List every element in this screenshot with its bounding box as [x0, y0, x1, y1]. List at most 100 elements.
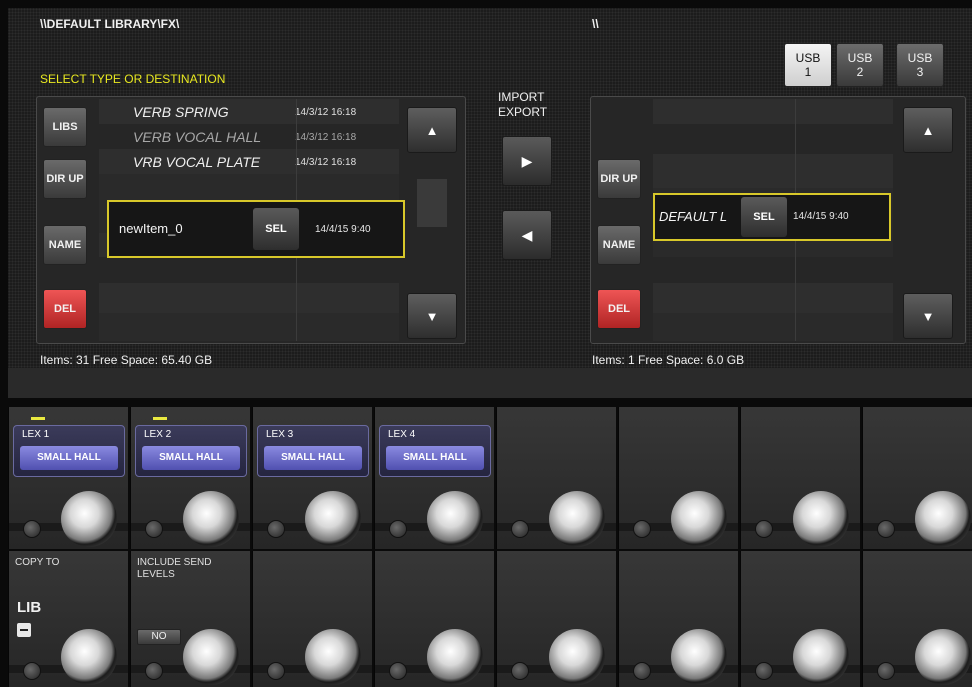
sel-button[interactable]: SEL [253, 208, 299, 250]
up-arrow-icon: ▲ [425, 122, 439, 138]
right-status: Items: 1 Free Space: 6.0 GB [592, 353, 745, 367]
rotary-knob[interactable] [183, 491, 239, 547]
item-name: VERB VOCAL HALL [133, 129, 262, 145]
empty-row [99, 283, 399, 313]
strip-button[interactable] [23, 520, 41, 538]
channel-strip-7 [740, 407, 860, 549]
rotary-knob[interactable] [793, 491, 849, 547]
copy-to-label: COPY TO [15, 557, 60, 568]
right-arrow-icon: ▶ [521, 152, 533, 169]
no-button[interactable]: NO [137, 629, 181, 645]
rotary-knob[interactable] [183, 629, 239, 685]
channel-strip-2: LEX 2 SMALL HALL [130, 407, 250, 549]
rotary-knob[interactable] [61, 629, 117, 685]
list-item[interactable]: VERB VOCAL HALL 14/3/12 16:18 [99, 124, 399, 149]
strip-button[interactable] [23, 662, 41, 680]
usb-1-button[interactable]: USB 1 [784, 43, 832, 87]
strip-button[interactable] [511, 662, 529, 680]
usb-2-button[interactable]: USB 2 [836, 43, 884, 87]
empty-row [653, 283, 893, 313]
item-name: VRB VOCAL PLATE [133, 154, 261, 170]
lower-strip-6 [618, 551, 738, 687]
lib-label: LIB [17, 599, 42, 616]
strip-button[interactable] [755, 662, 773, 680]
channel-name: LEX 2 [144, 429, 172, 440]
rotary-knob[interactable] [549, 491, 605, 547]
rotary-knob[interactable] [61, 491, 117, 547]
strip-button[interactable] [389, 520, 407, 538]
channel-label[interactable]: LEX 2 SMALL HALL [135, 425, 247, 477]
rotary-knob[interactable] [915, 629, 971, 685]
empty-row [653, 257, 893, 283]
right-selected-item[interactable]: DEFAULT L SEL 14/4/15 9:40 [653, 193, 891, 241]
usb-2-label: USB [847, 51, 873, 65]
lower-strip-7 [740, 551, 860, 687]
libs-button[interactable]: LIBS [43, 107, 87, 147]
empty-row [653, 124, 893, 154]
export-arrow-button[interactable]: ▶ [502, 136, 552, 186]
up-arrow-icon: ▲ [921, 122, 935, 138]
rotary-knob[interactable] [305, 629, 361, 685]
channel-preset: SMALL HALL [142, 446, 240, 470]
strip-button[interactable] [633, 662, 651, 680]
right-dir-up-button[interactable]: DIR UP [597, 159, 641, 199]
lower-strip-8 [862, 551, 972, 687]
strip-button[interactable] [755, 520, 773, 538]
right-scroll-down-button[interactable]: ▼ [903, 293, 953, 339]
strip-button[interactable] [145, 662, 163, 680]
strip-button[interactable] [877, 520, 895, 538]
rotary-knob[interactable] [915, 491, 971, 547]
rotary-knob[interactable] [427, 629, 483, 685]
channel-led [31, 417, 45, 420]
right-name-button[interactable]: NAME [597, 225, 641, 265]
channel-label[interactable]: LEX 3 SMALL HALL [257, 425, 369, 477]
usb-3-button[interactable]: USB 3 [896, 43, 944, 87]
name-button[interactable]: NAME [43, 225, 87, 265]
rotary-knob[interactable] [549, 629, 605, 685]
selected-item[interactable]: newItem_0 SEL 14/4/15 9:40 [107, 200, 405, 258]
delete-button[interactable]: DEL [43, 289, 87, 329]
rotary-knob[interactable] [671, 491, 727, 547]
scroll-down-button[interactable]: ▼ [407, 293, 457, 339]
strip-button[interactable] [267, 662, 285, 680]
channel-preset: SMALL HALL [20, 446, 118, 470]
scrollbar-thumb[interactable] [417, 179, 447, 227]
strip-button[interactable] [511, 520, 529, 538]
channel-led [153, 417, 167, 420]
right-sel-button[interactable]: SEL [741, 197, 787, 237]
lower-strip-5 [496, 551, 616, 687]
strip-button[interactable] [267, 520, 285, 538]
usb-3-number: 3 [916, 65, 924, 79]
channel-name: LEX 1 [22, 429, 50, 440]
channel-label[interactable]: LEX 1 SMALL HALL [13, 425, 125, 477]
down-arrow-icon: ▼ [921, 308, 935, 324]
export-label: EXPORT [498, 105, 548, 119]
strip-button[interactable] [389, 662, 407, 680]
empty-row [653, 154, 893, 188]
channel-name: LEX 4 [388, 429, 416, 440]
list-item[interactable]: VERB SPRING 14/3/12 16:18 [99, 99, 399, 124]
left-library-pane: LIBS DIR UP NAME DEL VERB SPRING 14/3/12… [36, 96, 466, 344]
right-delete-button[interactable]: DEL [597, 289, 641, 329]
list-item[interactable]: VRB VOCAL PLATE 14/3/12 16:18 [99, 149, 399, 174]
channel-strip-3: LEX 3 SMALL HALL [252, 407, 372, 549]
dir-up-button[interactable]: DIR UP [43, 159, 87, 199]
strip-button[interactable] [145, 520, 163, 538]
strip-button[interactable] [877, 662, 895, 680]
section-divider [8, 368, 972, 398]
channel-label[interactable]: LEX 4 SMALL HALL [379, 425, 491, 477]
rotary-knob[interactable] [671, 629, 727, 685]
rotary-knob[interactable] [793, 629, 849, 685]
include-send-levels-label: INCLUDE SEND LEVELS [137, 557, 212, 580]
lower-strip-3 [252, 551, 372, 687]
item-date: 14/3/12 16:18 [295, 157, 357, 168]
strip-button[interactable] [633, 520, 651, 538]
rotary-knob[interactable] [305, 491, 361, 547]
usb-1-number: 1 [804, 65, 812, 79]
import-arrow-button[interactable]: ◀ [502, 210, 552, 260]
left-arrow-icon: ◀ [521, 226, 533, 243]
scroll-up-button[interactable]: ▲ [407, 107, 457, 153]
right-scroll-up-button[interactable]: ▲ [903, 107, 953, 153]
rotary-knob[interactable] [427, 491, 483, 547]
channel-preset: SMALL HALL [264, 446, 362, 470]
